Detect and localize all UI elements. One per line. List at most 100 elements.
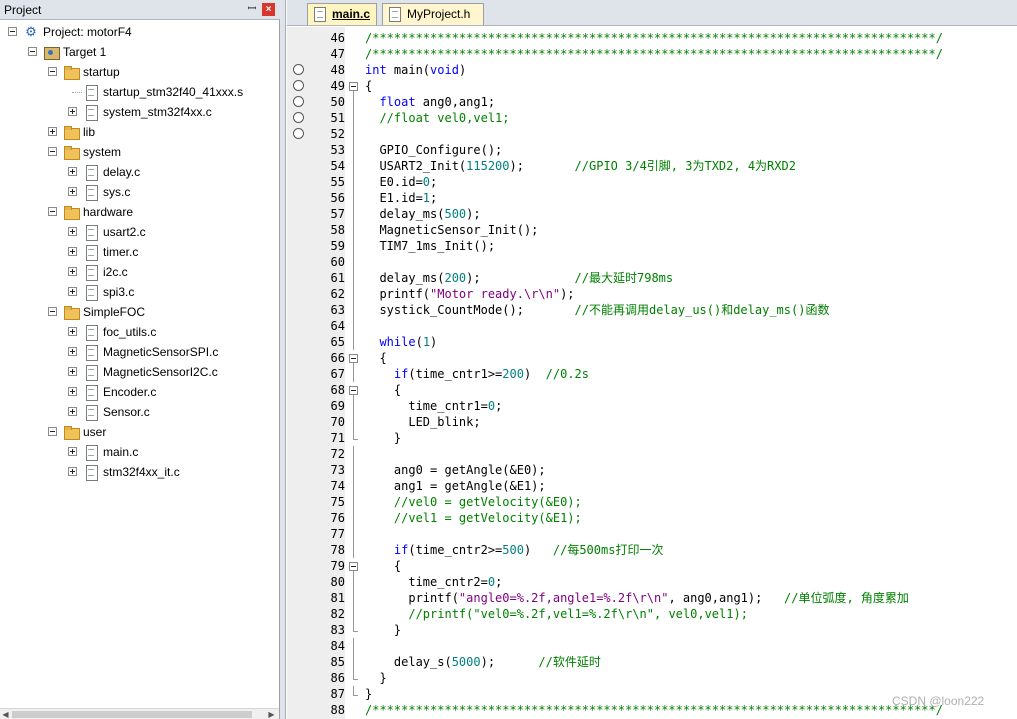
close-icon[interactable]: × xyxy=(262,3,275,16)
code-line[interactable]: while(1) xyxy=(365,334,437,350)
code-line[interactable]: delay_s(5000); //软件延时 xyxy=(365,654,601,670)
tree-file-item[interactable]: main.c xyxy=(0,442,279,462)
code-line[interactable]: } xyxy=(365,430,401,446)
tree-file-item[interactable]: Encoder.c xyxy=(0,382,279,402)
tree-file-item[interactable]: delay.c xyxy=(0,162,279,182)
code-area[interactable]: /***************************************… xyxy=(365,27,1017,719)
tree-item-label: timer.c xyxy=(103,245,139,259)
code-line[interactable]: { xyxy=(365,382,401,398)
collapse-icon[interactable] xyxy=(48,147,57,156)
code-line[interactable]: int main(void) xyxy=(365,62,466,78)
expand-icon[interactable] xyxy=(68,107,77,116)
code-line[interactable]: if(time_cntr1>=200) //0.2s xyxy=(365,366,589,382)
tree-file-item[interactable]: usart2.c xyxy=(0,222,279,242)
code-line[interactable]: E1.id=1; xyxy=(365,190,437,206)
expand-icon[interactable] xyxy=(68,327,77,336)
expand-icon[interactable] xyxy=(68,407,77,416)
line-number: 53 xyxy=(330,143,345,157)
scrollbar-thumb[interactable] xyxy=(12,711,252,718)
code-line[interactable]: time_cntr1=0; xyxy=(365,398,502,414)
tree-folder-item[interactable]: SimpleFOC xyxy=(0,302,279,322)
collapse-icon[interactable] xyxy=(28,47,37,56)
horizontal-scrollbar[interactable]: ◀ ▶ xyxy=(0,708,279,719)
code-line[interactable]: ang0 = getAngle(&E0); xyxy=(365,462,546,478)
tree-file-item[interactable]: stm32f4xx_it.c xyxy=(0,462,279,482)
tree-file-item[interactable]: startup_stm32f40_41xxx.s xyxy=(0,82,279,102)
code-line[interactable]: //float vel0,vel1; xyxy=(365,110,509,126)
code-line[interactable]: //vel1 = getVelocity(&E1); xyxy=(365,510,582,526)
tree-target-item[interactable]: Target 1 xyxy=(0,42,279,62)
tab-myproject-h[interactable]: MyProject.h xyxy=(382,3,484,25)
code-line[interactable]: delay_ms(200); //最大延时798ms xyxy=(365,270,673,286)
tree-file-item[interactable]: MagneticSensorI2C.c xyxy=(0,362,279,382)
code-line[interactable]: //vel0 = getVelocity(&E0); xyxy=(365,494,582,510)
code-line[interactable]: TIM7_1ms_Init(); xyxy=(365,238,495,254)
tree-file-item[interactable]: timer.c xyxy=(0,242,279,262)
code-line[interactable]: { xyxy=(365,78,372,94)
tree-file-item[interactable]: foc_utils.c xyxy=(0,322,279,342)
expand-icon[interactable] xyxy=(68,187,77,196)
code-line[interactable]: delay_ms(500); xyxy=(365,206,480,222)
tree-folder-item[interactable]: hardware xyxy=(0,202,279,222)
code-line[interactable]: USART2_Init(115200); //GPIO 3/4引脚, 3为TXD… xyxy=(365,158,796,174)
code-line[interactable]: systick_CountMode(); //不能再调用delay_us()和d… xyxy=(365,302,829,318)
tree-file-item[interactable]: i2c.c xyxy=(0,262,279,282)
code-line[interactable]: if(time_cntr2>=500) //每500ms打印一次 xyxy=(365,542,664,558)
expand-icon[interactable] xyxy=(68,387,77,396)
tree-folder-item[interactable]: startup xyxy=(0,62,279,82)
pin-icon[interactable]: ꟷ xyxy=(245,2,259,16)
tree-project-item[interactable]: ⚙ Project: motorF4 xyxy=(0,22,279,42)
tree-file-item[interactable]: spi3.c xyxy=(0,282,279,302)
collapse-icon[interactable] xyxy=(48,427,57,436)
expand-icon[interactable] xyxy=(68,247,77,256)
tree-folder-item[interactable]: system xyxy=(0,142,279,162)
collapse-icon[interactable] xyxy=(48,207,57,216)
tree-file-item[interactable]: sys.c xyxy=(0,182,279,202)
expand-icon[interactable] xyxy=(68,167,77,176)
tree-folder-item[interactable]: user xyxy=(0,422,279,442)
collapse-icon[interactable] xyxy=(349,562,358,571)
expand-icon[interactable] xyxy=(68,367,77,376)
code-line[interactable]: float ang0,ang1; xyxy=(365,94,495,110)
code-line[interactable]: //printf("vel0=%.2f,vel1=%.2f\r\n", vel0… xyxy=(365,606,748,622)
code-line[interactable]: LED_blink; xyxy=(365,414,480,430)
tree-file-item[interactable]: Sensor.c xyxy=(0,402,279,422)
fold-gutter[interactable] xyxy=(345,27,365,719)
tab-main-c[interactable]: main.c xyxy=(307,3,377,25)
code-line[interactable]: time_cntr2=0; xyxy=(365,574,502,590)
expand-icon[interactable] xyxy=(68,267,77,276)
code-line[interactable]: { xyxy=(365,558,401,574)
tree-file-item[interactable]: MagneticSensorSPI.c xyxy=(0,342,279,362)
collapse-icon[interactable] xyxy=(8,27,17,36)
scroll-right-icon[interactable]: ▶ xyxy=(266,709,277,719)
collapse-icon[interactable] xyxy=(349,82,358,91)
code-line[interactable]: E0.id=0; xyxy=(365,174,437,190)
expand-icon[interactable] xyxy=(68,467,77,476)
code-line[interactable]: printf("angle0=%.2f,angle1=%.2f\r\n", an… xyxy=(365,590,909,606)
collapse-icon[interactable] xyxy=(349,386,358,395)
code-line[interactable]: { xyxy=(365,350,386,366)
code-line[interactable]: /***************************************… xyxy=(365,46,943,62)
code-line[interactable]: /***************************************… xyxy=(365,702,943,718)
expand-icon[interactable] xyxy=(68,287,77,296)
collapse-icon[interactable] xyxy=(48,67,57,76)
collapse-icon[interactable] xyxy=(349,354,358,363)
expand-icon[interactable] xyxy=(68,227,77,236)
code-line[interactable]: printf("Motor ready.\r\n"); xyxy=(365,286,574,302)
code-line[interactable]: } xyxy=(365,622,401,638)
code-editor[interactable]: 46 47 48 49 50 51 52 53 54 55 56 57 58 59 60 61 62 63 64 65… xyxy=(287,27,1017,719)
code-line[interactable]: } xyxy=(365,686,372,702)
expand-icon[interactable] xyxy=(68,347,77,356)
collapse-icon[interactable] xyxy=(48,307,57,316)
scroll-left-icon[interactable]: ◀ xyxy=(0,709,11,719)
panel-splitter[interactable] xyxy=(280,0,286,719)
code-line[interactable]: } xyxy=(365,670,386,686)
expand-icon[interactable] xyxy=(68,447,77,456)
code-line[interactable]: MagneticSensor_Init(); xyxy=(365,222,538,238)
code-line[interactable]: GPIO_Configure(); xyxy=(365,142,502,158)
tree-file-item[interactable]: system_stm32f4xx.c xyxy=(0,102,279,122)
code-line[interactable]: /***************************************… xyxy=(365,30,943,46)
code-line[interactable]: ang1 = getAngle(&E1); xyxy=(365,478,546,494)
expand-icon[interactable] xyxy=(48,127,57,136)
tree-folder-item[interactable]: lib xyxy=(0,122,279,142)
